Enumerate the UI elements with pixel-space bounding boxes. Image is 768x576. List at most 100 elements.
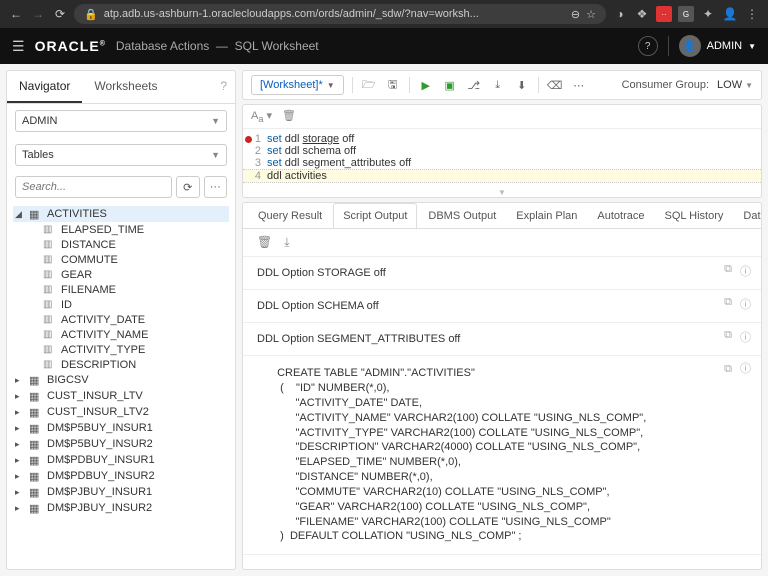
output-block: ⧉ⓘ CREATE TABLE "ADMIN"."ACTIVITIES" ( "… [243, 356, 761, 555]
table-row[interactable]: ▸▦DM$PJBUY_INSUR1 [13, 484, 229, 500]
copy-icon[interactable]: ⧉ [724, 329, 732, 345]
menu-icon[interactable]: ⋮ [744, 6, 760, 22]
column-row[interactable]: ▥DISTANCE [13, 237, 229, 252]
clear-icon[interactable]: ⌫ [547, 79, 563, 92]
schema-select[interactable]: ADMIN ▼ [15, 110, 227, 132]
object-type-value: Tables [22, 149, 54, 161]
chevron-down-icon: ▼ [211, 150, 220, 160]
result-tab[interactable]: Script Output [333, 203, 417, 229]
worksheet-select[interactable]: [Worksheet]* ▼ [251, 75, 344, 95]
editor-toolbar: [Worksheet]* ▼ 🗁 🖫 ▶ ▣ ⎇ ⤓ ⬇ ⌫ ⋯ Consume… [242, 70, 762, 100]
copy-icon[interactable]: ⧉ [724, 362, 732, 377]
info-icon[interactable]: ⓘ [740, 296, 751, 312]
column-row[interactable]: ▥ACTIVITY_DATE [13, 312, 229, 327]
logo: ORACLE® [35, 38, 106, 54]
table-row[interactable]: ▸▦DM$P5BUY_INSUR2 [13, 436, 229, 452]
column-row[interactable]: ▥ELAPSED_TIME [13, 222, 229, 237]
schema-select-value: ADMIN [22, 115, 57, 127]
user-menu[interactable]: 👤 ADMIN ▼ [679, 35, 756, 57]
column-row[interactable]: ▥ACTIVITY_NAME [13, 327, 229, 342]
table-row[interactable]: ▸▦DM$P5BUY_INSUR1 [13, 420, 229, 436]
info-icon[interactable]: ⓘ [740, 263, 751, 279]
help-icon[interactable]: ? [638, 36, 658, 56]
result-tab[interactable]: Explain Plan [507, 204, 586, 228]
resize-handle[interactable]: ▼ [243, 187, 761, 197]
table-row[interactable]: ▸▦BIGCSV [13, 372, 229, 388]
clear-output-icon[interactable]: 🗑 [257, 235, 272, 250]
result-body: ⧉ⓘDDL Option STORAGE off⧉ⓘDDL Option SCH… [243, 257, 761, 569]
column-row[interactable]: ▥FILENAME [13, 282, 229, 297]
result-tab[interactable]: Data Loading [734, 204, 761, 228]
save-icon[interactable]: 🖫 [385, 76, 401, 95]
result-tabs: Query ResultScript OutputDBMS OutputExpl… [243, 203, 761, 229]
forward-icon[interactable]: → [30, 7, 46, 21]
sidebar: Navigator Worksheets ? ADMIN ▼ Tables ▼ … [6, 70, 236, 570]
copy-icon[interactable]: ⧉ [724, 296, 732, 312]
code-editor[interactable]: Aa ▾ 🗑 1set ddl storage off2set ddl sche… [242, 104, 762, 198]
content-area: [Worksheet]* ▼ 🗁 🖫 ▶ ▣ ⎇ ⤓ ⬇ ⌫ ⋯ Consume… [242, 70, 762, 570]
sidebar-help-icon[interactable]: ? [212, 71, 235, 103]
url-text: atp.adb.us-ashburn-1.oraclecloudapps.com… [104, 8, 479, 20]
sidebar-tabs: Navigator Worksheets ? [7, 71, 235, 104]
ext-icon-2[interactable]: ❖ [634, 6, 650, 22]
refresh-button[interactable]: ⟳ [176, 176, 200, 198]
search-input[interactable] [15, 176, 172, 198]
more-button[interactable]: ··· [204, 176, 228, 198]
ext-icon-4[interactable]: G [678, 6, 694, 22]
url-bar[interactable]: 🔒 atp.adb.us-ashburn-1.oraclecloudapps.c… [74, 4, 606, 24]
tab-worksheets[interactable]: Worksheets [82, 71, 169, 103]
lock-icon: 🔒 [84, 8, 98, 21]
profile-icon[interactable]: 👤 [722, 6, 738, 22]
worksheet-label: [Worksheet]* [260, 79, 323, 91]
ext-icon-3[interactable]: ·· [656, 6, 672, 22]
table-row[interactable]: ◢▦ACTIVITIES [13, 206, 229, 222]
tab-navigator[interactable]: Navigator [7, 71, 82, 103]
consumer-group-select[interactable]: LOW ▼ [717, 79, 753, 91]
table-row[interactable]: ▸▦DM$PJBUY_INSUR2 [13, 500, 229, 516]
output-block: ⧉ⓘDDL Option STORAGE off [243, 257, 761, 290]
column-row[interactable]: ▥DESCRIPTION [13, 357, 229, 372]
open-icon[interactable]: 🗁 [361, 76, 377, 95]
table-row[interactable]: ▸▦CUST_INSUR_LTV2 [13, 404, 229, 420]
star-icon[interactable]: ☆ [586, 8, 596, 21]
autotrace-icon[interactable]: ⤓ [490, 79, 506, 92]
font-size-icon[interactable]: Aa ▾ [251, 109, 272, 124]
info-icon[interactable]: ⓘ [740, 362, 751, 377]
key-icon: ⊖ [571, 8, 580, 21]
column-row[interactable]: ▥GEAR [13, 267, 229, 282]
table-row[interactable]: ▸▦DM$PDBUY_INSUR1 [13, 452, 229, 468]
table-row[interactable]: ▸▦DM$PDBUY_INSUR2 [13, 468, 229, 484]
column-row[interactable]: ▥COMMUTE [13, 252, 229, 267]
overflow-icon[interactable]: ⋯ [571, 79, 587, 92]
column-row[interactable]: ▥ACTIVITY_TYPE [13, 342, 229, 357]
result-tab[interactable]: Autotrace [588, 204, 653, 228]
ext-icon-1[interactable]: ◑ [612, 6, 628, 22]
output-block: ⧉ⓘDDL Option SCHEMA off [243, 290, 761, 323]
results-panel: Query ResultScript OutputDBMS OutputExpl… [242, 202, 762, 570]
copy-icon[interactable]: ⧉ [724, 263, 732, 279]
trash-icon[interactable]: 🗑 [282, 109, 296, 124]
result-tab[interactable]: Query Result [249, 204, 331, 228]
explain-icon[interactable]: ⎇ [466, 79, 482, 92]
object-type-select[interactable]: Tables ▼ [15, 144, 227, 166]
result-tab[interactable]: DBMS Output [419, 204, 505, 228]
reload-icon[interactable]: ⟳ [52, 7, 68, 21]
object-tree: ◢▦ACTIVITIES▥ELAPSED_TIME▥DISTANCE▥COMMU… [7, 202, 235, 569]
download-output-icon[interactable]: ⤓ [284, 235, 289, 250]
info-icon[interactable]: ⓘ [740, 329, 751, 345]
chevron-down-icon: ▼ [327, 81, 335, 90]
ext-icon-5[interactable]: ✦ [700, 6, 716, 22]
chevron-down-icon: ▼ [211, 116, 220, 126]
table-row[interactable]: ▸▦CUST_INSUR_LTV [13, 388, 229, 404]
back-icon[interactable]: ← [8, 7, 24, 21]
result-tab[interactable]: SQL History [656, 204, 733, 228]
run-script-icon[interactable]: ▣ [442, 79, 458, 92]
run-icon[interactable]: ▶ [418, 79, 434, 92]
column-row[interactable]: ▥ID [13, 297, 229, 312]
output-block: ⧉ⓘDDL Option SEGMENT_ATTRIBUTES off [243, 323, 761, 356]
hamburger-icon[interactable]: ☰ [12, 38, 25, 55]
chevron-down-icon: ▼ [748, 42, 756, 51]
browser-chrome: ← → ⟳ 🔒 atp.adb.us-ashburn-1.oraclecloud… [0, 0, 768, 28]
download-icon[interactable]: ⬇ [514, 79, 530, 92]
breadcrumb: Database Actions — SQL Worksheet [116, 39, 319, 53]
